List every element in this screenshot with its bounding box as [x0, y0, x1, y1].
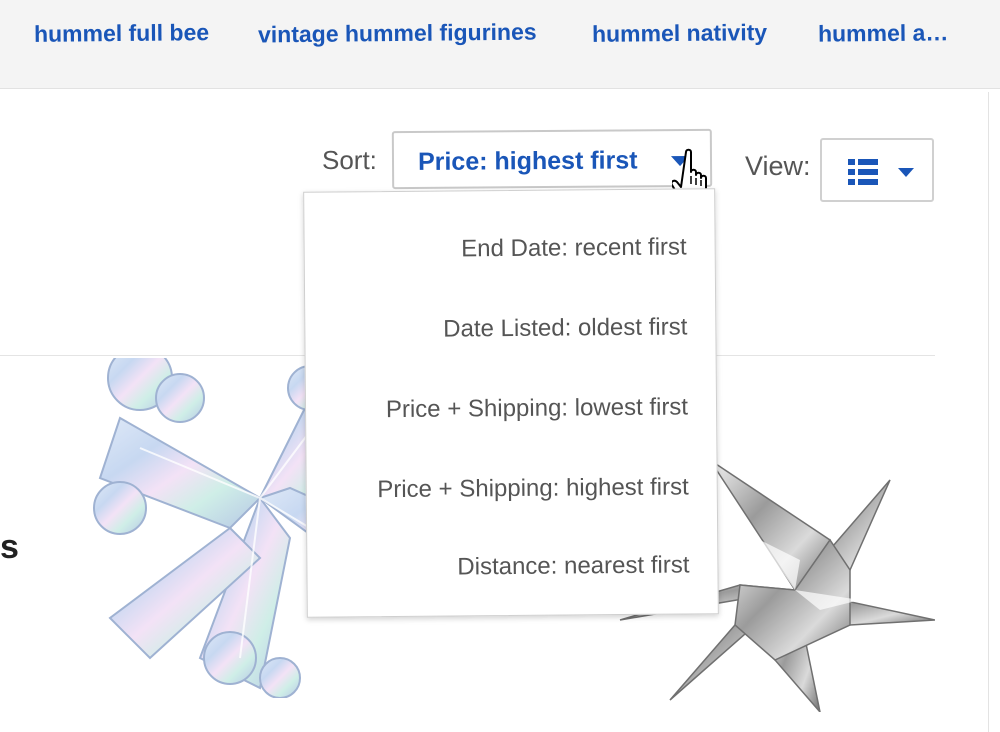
related-search-link[interactable]: vintage hummel figurines [258, 19, 537, 49]
result-title-fragment: s [0, 528, 19, 566]
list-view-icon [848, 159, 878, 185]
chevron-down-icon [898, 168, 914, 177]
related-search-link[interactable]: hummel full bee [34, 19, 209, 48]
related-searches-bar: hummel full bee vintage hummel figurines… [0, 0, 1000, 89]
sort-option[interactable]: Price + Shipping: highest first [377, 473, 689, 504]
sort-option[interactable]: Distance: nearest first [457, 551, 689, 581]
sort-selected-value: Price: highest first [417, 146, 638, 176]
related-search-link[interactable]: hummel nativity [592, 19, 767, 48]
view-label: View: [745, 151, 811, 181]
sort-options-menu: End Date: recent first Date Listed: olde… [303, 188, 719, 618]
sort-label: Sort: [322, 145, 377, 175]
sort-dropdown[interactable]: Price: highest first [391, 128, 713, 190]
sort-option[interactable]: Price + Shipping: lowest first [386, 393, 688, 424]
sort-option[interactable]: End Date: recent first [461, 233, 687, 263]
view-toggle-button[interactable] [820, 138, 934, 202]
related-search-link[interactable]: hummel a… [818, 19, 949, 47]
sort-option[interactable]: Date Listed: oldest first [443, 313, 687, 343]
